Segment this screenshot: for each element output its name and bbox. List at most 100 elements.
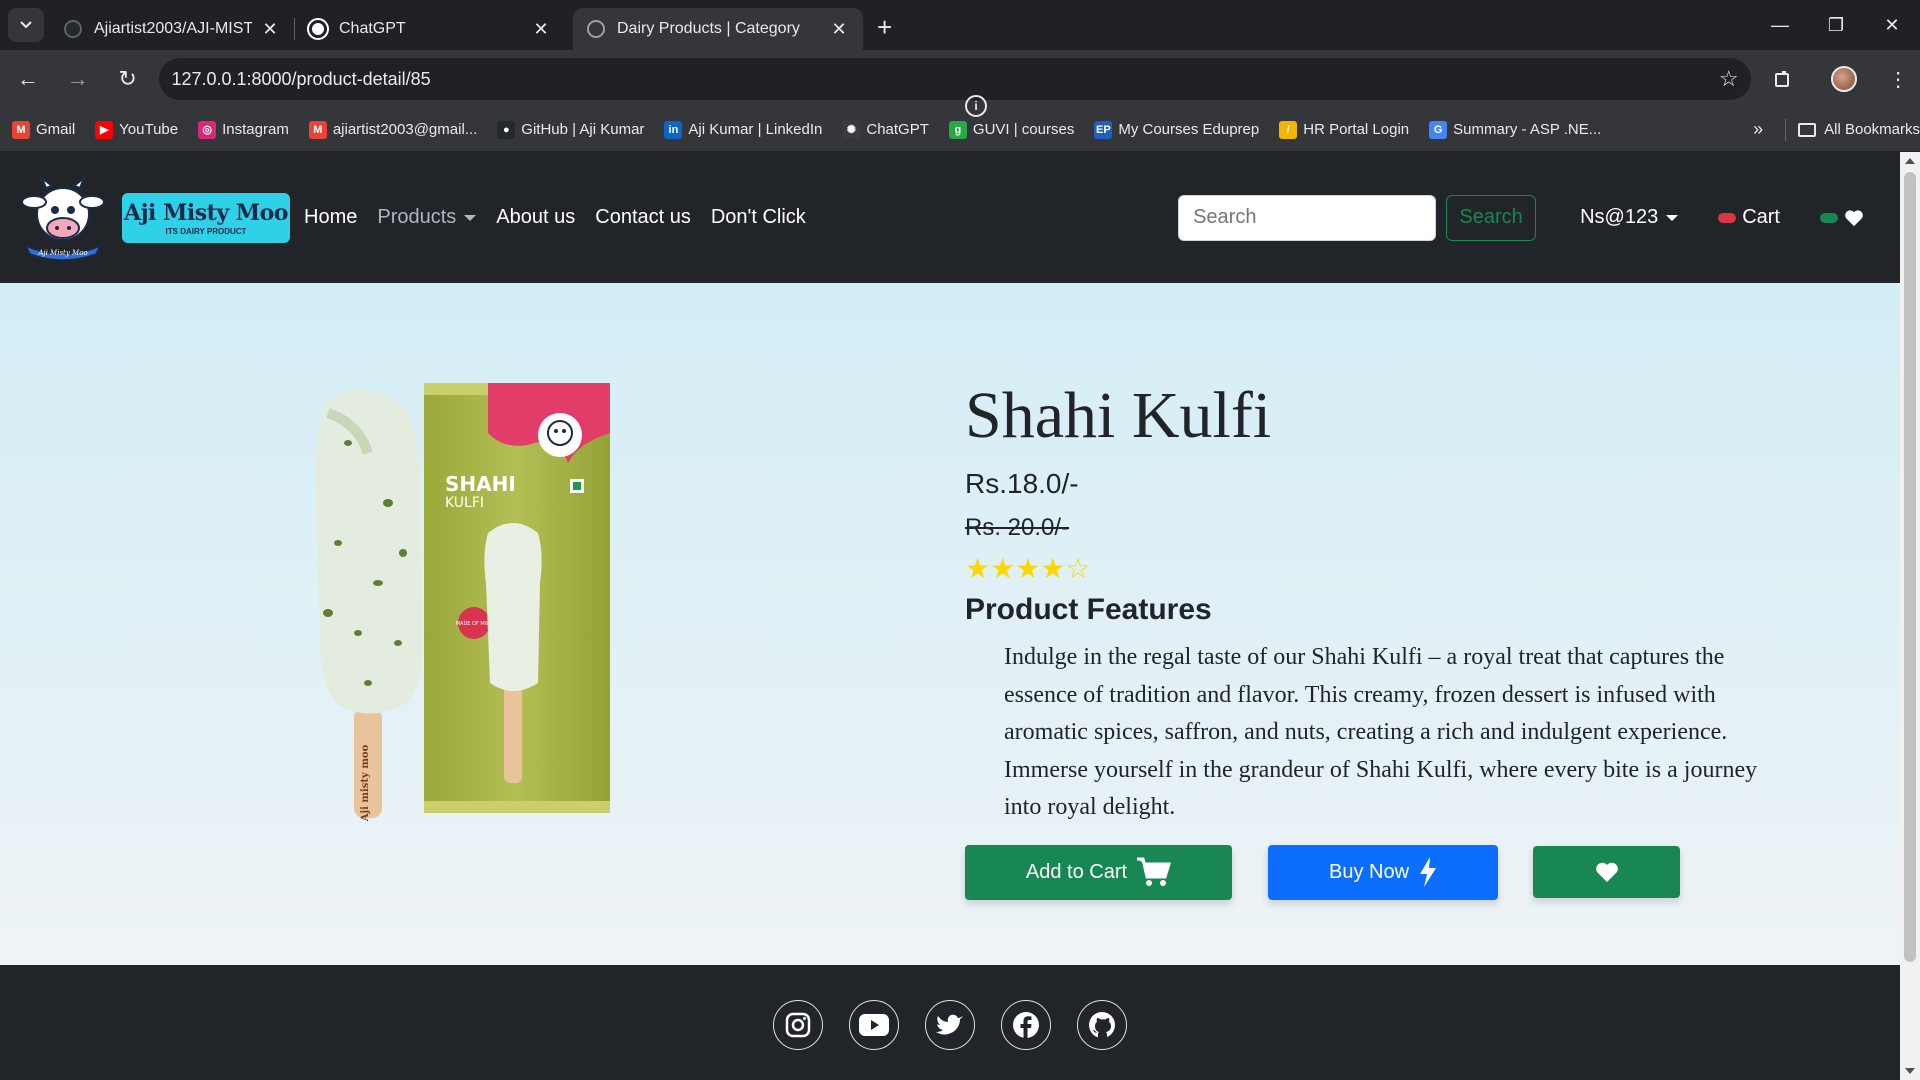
- minimize-icon[interactable]: —: [1752, 0, 1808, 50]
- scroll-up-icon[interactable]: [1905, 158, 1915, 164]
- add-to-cart-button[interactable]: Add to Cart: [965, 844, 1232, 900]
- youtube-icon[interactable]: [849, 1000, 899, 1050]
- browser-tab-dairy-products[interactable]: Dairy Products | Category ✕: [573, 8, 863, 50]
- bookmark-item[interactable]: in Aji Kumar | LinkedIn: [664, 120, 823, 139]
- wishlist-link[interactable]: [1820, 209, 1864, 227]
- instagram-icon[interactable]: [773, 1000, 823, 1050]
- nav-products-dropdown[interactable]: Products: [377, 206, 477, 229]
- nav-contact-link[interactable]: Contact us: [595, 206, 691, 229]
- bookmark-item[interactable]: / HR Portal Login: [1279, 120, 1410, 139]
- browser-tabstrip: Ajiartist2003/AJI-MISTY-MOO- ✕ ChatGPT ✕…: [0, 0, 1920, 50]
- guvi-icon: g: [948, 120, 967, 139]
- bookmark-item[interactable]: ✺ ChatGPT: [842, 120, 929, 139]
- bookmark-item[interactable]: ◎ Instagram: [198, 120, 289, 139]
- web-page: Aji Misty Moo Aji Misty Moo ITS DAIRY PR…: [0, 152, 1900, 1080]
- product-original-price: Rs. 20.0/-: [965, 514, 1070, 541]
- brand-logo[interactable]: Aji Misty Moo ITS DAIRY PRODUCT: [122, 192, 290, 243]
- eduprep-icon: EP: [1094, 120, 1113, 139]
- address-bar[interactable]: i 127.0.0.1:8000/product-detail/85 ☆: [159, 58, 1751, 117]
- logo-ribbon-text: Aji Misty Moo: [37, 249, 87, 257]
- back-icon[interactable]: ←: [6, 57, 50, 101]
- tab-title: ChatGPT: [339, 20, 406, 37]
- site-footer: [0, 965, 1900, 1080]
- username-label: Ns@123: [1580, 206, 1659, 228]
- bookmark-label: Gmail: [36, 121, 76, 138]
- bookmark-label: My Courses Eduprep: [1118, 121, 1260, 138]
- stick-text: Aji misty moo: [360, 744, 371, 822]
- bookmark-label: Instagram: [222, 121, 289, 138]
- product-info: Shahi Kulfi Rs.18.0/- Rs. 20.0/- ★★★★☆ P…: [965, 378, 1765, 900]
- linkedin-icon: in: [664, 120, 683, 139]
- site-info-icon[interactable]: i: [965, 95, 987, 117]
- github-icon[interactable]: [1077, 1000, 1127, 1050]
- restore-icon[interactable]: ❐: [1808, 0, 1864, 50]
- instagram-icon: ◎: [198, 120, 217, 139]
- bookmark-label: GitHub | Aji Kumar: [521, 121, 645, 138]
- bookmark-item[interactable]: ● GitHub | Aji Kumar: [497, 120, 645, 139]
- bookmarks-bar: M Gmail ▶ YouTube ◎ Instagram Majiartist2003@g…: [0, 108, 1920, 152]
- page-scrollbar[interactable]: [1900, 152, 1920, 1080]
- bookmark-label: Aji Kumar | LinkedIn: [688, 121, 823, 138]
- hr-portal-icon: /: [1279, 120, 1298, 139]
- search-input[interactable]: [1178, 194, 1437, 241]
- nav-about-link[interactable]: About us: [496, 206, 575, 229]
- bookmarks-divider: [1785, 118, 1787, 141]
- bookmark-item[interactable]: g GUVI | courses: [948, 120, 1075, 139]
- github-icon: ●: [497, 120, 516, 139]
- search-button[interactable]: Search: [1446, 194, 1537, 241]
- browser-tab-chatgpt[interactable]: ChatGPT ✕: [295, 8, 565, 50]
- more-bookmarks-icon[interactable]: »: [1753, 119, 1763, 140]
- profile-avatar[interactable]: [1822, 57, 1866, 101]
- bookmark-item[interactable]: Majiartist2003@gmail...: [308, 120, 477, 139]
- chatgpt-icon: ✺: [842, 120, 861, 139]
- bookmark-label: GUVI | courses: [972, 121, 1075, 138]
- navbar-right: Search Ns@123 Cart: [1178, 152, 1864, 283]
- scrollbar-thumb[interactable]: [1904, 172, 1916, 962]
- browser-menu-icon[interactable]: ⋮: [1876, 57, 1920, 101]
- twitter-icon[interactable]: [925, 1000, 975, 1050]
- bookmark-label: ChatGPT: [866, 121, 929, 138]
- product-actions: Add to Cart Buy Now: [965, 844, 1765, 900]
- bookmark-item[interactable]: EP My Courses Eduprep: [1094, 120, 1260, 139]
- user-dropdown[interactable]: Ns@123: [1580, 206, 1679, 229]
- bookmark-label: YouTube: [119, 121, 179, 138]
- all-bookmarks-link[interactable]: All Bookmarks: [1824, 121, 1920, 138]
- bookmark-item[interactable]: G Summary - ASP .NE...: [1429, 120, 1601, 139]
- cart-indicator-icon: [1718, 212, 1737, 223]
- tab-title: Ajiartist2003/AJI-MISTY-MOO-: [94, 20, 252, 37]
- url-text[interactable]: 127.0.0.1:8000/product-detail/85: [171, 69, 1718, 90]
- cart-link[interactable]: Cart: [1718, 206, 1780, 229]
- scroll-down-icon[interactable]: [1905, 1068, 1915, 1074]
- close-tab-icon[interactable]: ✕: [260, 19, 280, 40]
- bookmark-star-icon[interactable]: ☆: [1719, 66, 1739, 92]
- nav-home-link[interactable]: Home: [304, 206, 357, 229]
- forward-icon[interactable]: →: [56, 57, 100, 101]
- brand-tagline: ITS DAIRY PRODUCT: [165, 226, 247, 236]
- nav-dont-click-link[interactable]: Don't Click: [711, 206, 806, 229]
- brand-name: Aji Misty Moo: [124, 199, 288, 226]
- extensions-icon[interactable]: [1761, 57, 1805, 101]
- product-title: Shahi Kulfi: [965, 379, 1272, 452]
- tab-search-icon[interactable]: [8, 8, 44, 42]
- close-window-icon[interactable]: ✕: [1864, 0, 1920, 50]
- chevron-down-icon: [1666, 214, 1679, 221]
- chevron-down-icon: [464, 214, 477, 221]
- add-to-wishlist-button[interactable]: [1533, 846, 1680, 898]
- close-tab-icon[interactable]: ✕: [829, 19, 849, 40]
- close-tab-icon[interactable]: ✕: [531, 19, 551, 40]
- product-description: Indulge in the regal taste of our Shahi …: [1004, 644, 1758, 820]
- browser-tab-github[interactable]: Ajiartist2003/AJI-MISTY-MOO- ✕: [50, 8, 294, 50]
- buy-now-label: Buy Now: [1328, 860, 1410, 883]
- browser-toolbar: ← → ↻ i 127.0.0.1:8000/product-detail/85…: [0, 50, 1920, 117]
- wishlist-indicator-icon: [1820, 212, 1838, 223]
- reload-icon[interactable]: ↻: [106, 57, 150, 101]
- facebook-icon[interactable]: [1001, 1000, 1051, 1050]
- bookmark-item[interactable]: M Gmail: [12, 120, 76, 139]
- new-tab-icon[interactable]: +: [877, 12, 892, 43]
- product-price: Rs.18.0/-: [965, 468, 1079, 499]
- cow-logo-icon[interactable]: Aji Misty Moo: [16, 175, 110, 260]
- buy-now-button[interactable]: Buy Now: [1268, 844, 1498, 900]
- window-controls: — ❐ ✕: [1752, 0, 1920, 50]
- bookmark-label: HR Portal Login: [1303, 121, 1410, 138]
- bookmark-item[interactable]: ▶ YouTube: [95, 120, 179, 139]
